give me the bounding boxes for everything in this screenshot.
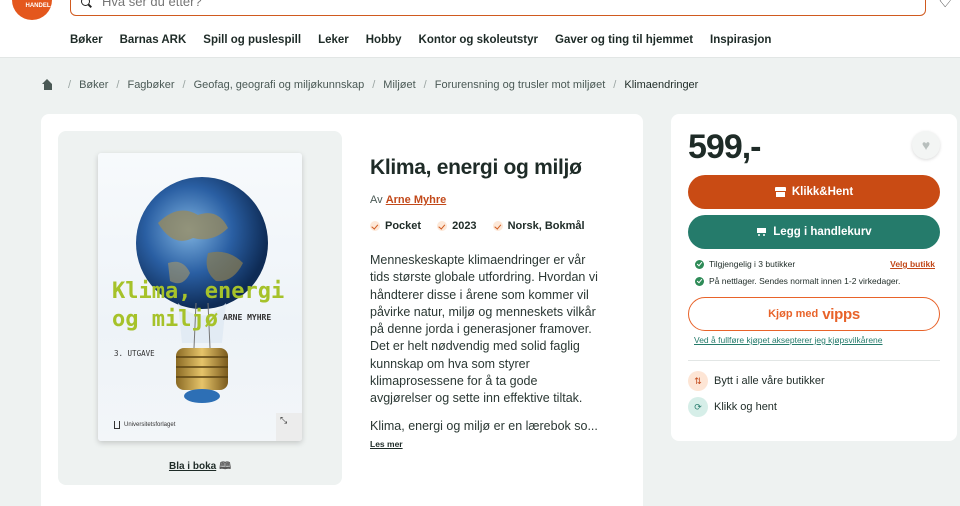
cart-icon	[756, 227, 767, 237]
check-icon	[370, 221, 380, 231]
breadcrumb: / Bøker / Fagbøker / Geofag, geografi og…	[41, 79, 698, 91]
product-card: Klima, energi og miljø ARNE MYHRE 3. UTG…	[41, 114, 643, 506]
wishlist-icon[interactable]: ♡	[938, 0, 952, 12]
nav-item-toys[interactable]: Leker	[318, 34, 349, 46]
breadcrumb-item-books[interactable]: Bøker	[79, 79, 108, 91]
open-book-icon: 🕮	[219, 461, 232, 472]
favorite-button[interactable]: ♥	[912, 131, 940, 159]
check-circle-icon	[695, 259, 704, 269]
publisher-name: Universitetsforlaget	[124, 422, 176, 428]
vipps-button[interactable]: Kjøp med vipps	[688, 297, 940, 331]
spec-language: Norsk, Bokmål	[492, 220, 585, 232]
nav-item-games-puzzles[interactable]: Spill og puslespill	[203, 34, 301, 46]
by-label: Av	[370, 194, 383, 206]
publisher-logo-icon	[114, 421, 120, 429]
check-icon	[492, 221, 503, 231]
heart-icon: ♥	[921, 137, 931, 153]
spec-format-value: Pocket	[385, 220, 422, 232]
expand-icon[interactable]	[276, 413, 302, 441]
search-icon[interactable]	[81, 0, 92, 8]
divider	[688, 360, 940, 361]
cover-edition: 3. UTGAVE	[114, 349, 155, 358]
nav-item-gifts-home[interactable]: Gaver og ting til hjemmet	[555, 34, 693, 46]
add-to-cart-label: Legg i handlekurv	[773, 226, 872, 238]
click-collect-button[interactable]: Klikk&Hent	[688, 175, 940, 209]
site-header: BOK HANDEL ♡ Bøker Barnas ARK Spill og p…	[0, 0, 960, 58]
cover-publisher: Universitetsforlaget	[114, 421, 175, 429]
online-availability: På nettlager. Sendes normalt innen 1-2 v…	[695, 276, 900, 286]
nav-item-office-school[interactable]: Kontor og skoleutstyr	[419, 34, 538, 46]
product-description: Menneskeskapte klimaendringer er vår tid…	[370, 253, 598, 406]
search-bar[interactable]	[70, 0, 926, 16]
perk-pickup: ⟳ Klikk og hent	[688, 397, 777, 417]
read-in-book-label: Bla i boka	[168, 461, 217, 472]
check-icon	[437, 221, 448, 231]
main-nav: Bøker Barnas ARK Spill og puslespill Lek…	[70, 34, 771, 46]
online-availability-text: På nettlager. Sendes normalt innen 1-2 v…	[709, 276, 901, 286]
cover-author: ARNE MYHRE	[223, 313, 272, 322]
swap-icon: ⇅	[688, 371, 708, 391]
product-title: Klima, energi og miljø	[370, 156, 582, 179]
breadcrumb-separator: /	[372, 79, 376, 91]
breadcrumb-current: Klimaendringer	[624, 79, 699, 91]
breadcrumb-item-textbooks[interactable]: Fagbøker	[127, 79, 174, 91]
click-collect-label: Klikk&Hent	[791, 186, 854, 198]
buy-panel: 599,- ♥ Klikk&Hent Legg i handlekurv Til…	[671, 114, 957, 441]
author-line: Av Arne Myhre	[370, 194, 610, 206]
nav-item-books[interactable]: Bøker	[70, 34, 103, 46]
breadcrumb-separator: /	[68, 79, 72, 91]
search-input[interactable]	[102, 0, 602, 9]
spec-language-value: Norsk, Bokmål	[507, 220, 585, 232]
description-excerpt: Klima, energi og miljø er en lærebok so.…	[370, 418, 598, 433]
price: 599,-	[688, 128, 761, 166]
perk-exchange-text: Bytt i alle våre butikker	[714, 375, 825, 387]
nav-item-hobby[interactable]: Hobby	[366, 34, 402, 46]
check-circle-icon	[695, 276, 704, 286]
breadcrumb-item-environment[interactable]: Miljøet	[383, 79, 415, 91]
cover-title: Klima, energi og miljø	[112, 279, 285, 332]
breadcrumb-separator: /	[182, 79, 186, 91]
breadcrumb-separator: /	[116, 79, 120, 91]
terms-link[interactable]: Ved å fullføre kjøpet aksepterer jeg kjø…	[694, 335, 883, 345]
store-icon	[774, 187, 786, 197]
vipps-prefix: Kjøp med	[768, 308, 819, 320]
perk-pickup-text: Klikk og hent	[714, 401, 777, 413]
author-link[interactable]: Arne Myhre	[386, 194, 447, 206]
store-availability-text: Tilgjengelig i 3 butikker	[709, 259, 796, 269]
nav-item-inspiration[interactable]: Inspirasjon	[710, 34, 771, 46]
book-cover-image[interactable]: Klima, energi og miljø ARNE MYHRE 3. UTG…	[98, 153, 302, 441]
vipps-logo: vipps	[822, 305, 860, 323]
read-in-book-link[interactable]: Bla i boka 🕮	[58, 459, 342, 476]
store-availability: Tilgjengelig i 3 butikker Velg butikk	[695, 259, 935, 269]
logo-text: BOK HANDEL	[25, 0, 51, 9]
pickup-icon: ⟳	[688, 397, 708, 417]
breadcrumb-separator: /	[423, 79, 427, 91]
cover-panel: Klima, energi og miljø ARNE MYHRE 3. UTG…	[58, 131, 342, 485]
spec-year-value: 2023	[452, 220, 477, 232]
nav-item-kids-ark[interactable]: Barnas ARK	[120, 34, 187, 46]
perk-exchange: ⇅ Bytt i alle våre butikker	[688, 371, 825, 391]
product-info: Klima, energi og miljø Av Arne Myhre Poc…	[370, 156, 610, 449]
product-specs: Pocket 2023 Norsk, Bokmål	[370, 220, 610, 232]
add-to-cart-button[interactable]: Legg i handlekurv	[688, 215, 940, 249]
store-logo[interactable]: BOK HANDEL	[12, 0, 52, 20]
breadcrumb-item-geo[interactable]: Geofag, geografi og miljøkunnskap	[194, 79, 365, 91]
spec-year: 2023	[437, 220, 477, 232]
home-icon[interactable]	[41, 79, 54, 91]
breadcrumb-separator: /	[613, 79, 617, 91]
breadcrumb-item-pollution[interactable]: Forurensning og trusler mot miljøet	[435, 79, 606, 91]
read-more-link[interactable]: Les mer	[370, 439, 610, 449]
choose-store-link[interactable]: Velg butikk	[890, 259, 935, 269]
spec-format: Pocket	[370, 220, 421, 232]
